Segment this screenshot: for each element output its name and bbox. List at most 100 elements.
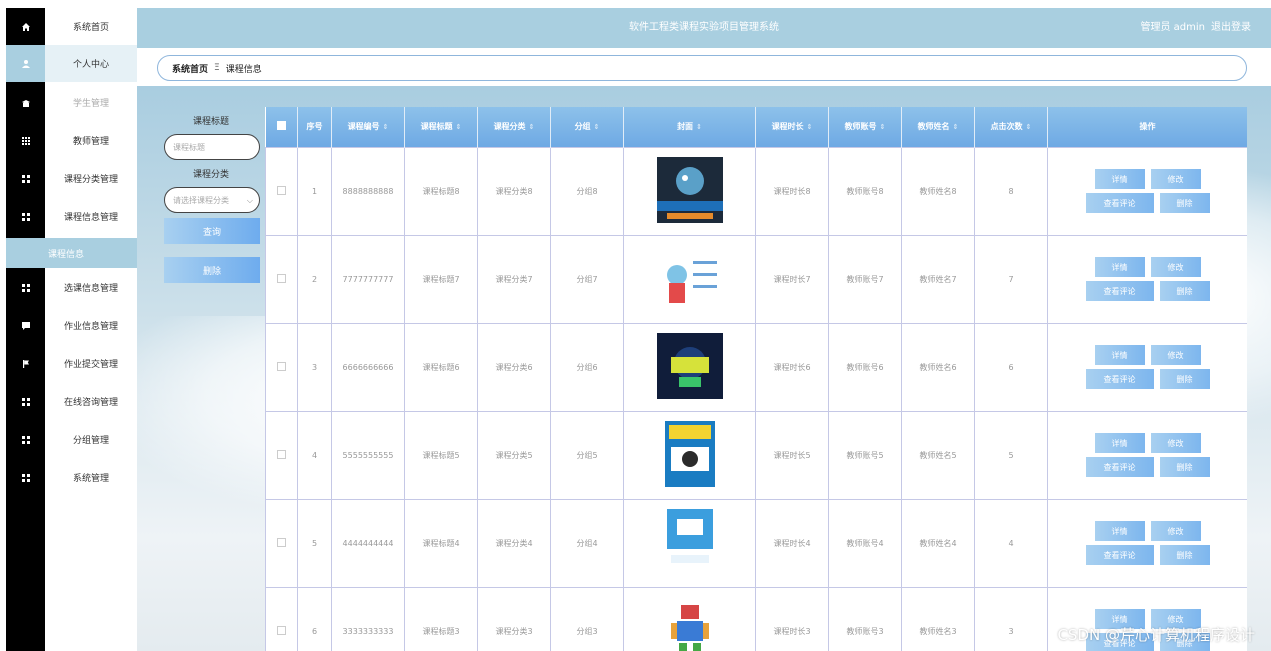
edit-button[interactable]: 修改	[1150, 521, 1201, 541]
column-header[interactable]: 教师姓名 ⇕	[901, 107, 975, 147]
title-search-placeholder: 课程标题	[173, 142, 205, 152]
sidebar-item-label: 教师管理	[72, 137, 109, 147]
detail-button[interactable]: 详情	[1094, 521, 1145, 541]
sort-icon[interactable]: ⇕	[696, 123, 702, 131]
cover-image[interactable]	[657, 421, 723, 487]
column-header-label: 课程编号	[347, 122, 380, 132]
cover-image[interactable]	[656, 245, 723, 311]
search-button[interactable]: 查询	[164, 218, 260, 244]
teacher-name: 教师姓名7	[901, 234, 975, 324]
select-all-checkbox[interactable]	[276, 121, 286, 131]
sidebar-item-submissions[interactable]: 作业提交管理	[6, 345, 137, 382]
sort-icon[interactable]: ⇕	[807, 123, 813, 131]
column-header-label: 课程分类	[493, 122, 526, 132]
cover-cell	[623, 498, 756, 588]
view-comments-button[interactable]: 查看评论	[1085, 457, 1154, 477]
cover-image[interactable]	[656, 157, 723, 223]
teacher-account: 教师账号7	[828, 234, 902, 324]
course-duration: 课程时长4	[755, 498, 829, 588]
view-comments-button[interactable]: 查看评论	[1085, 545, 1154, 565]
row-checkbox[interactable]	[277, 537, 286, 547]
sidebar-item-profile[interactable]: 个人中心	[6, 45, 137, 82]
column-header[interactable]: 点击次数 ⇕	[974, 107, 1048, 147]
sort-icon[interactable]: ⇕	[456, 123, 462, 131]
course-duration: 课程时长5	[755, 410, 829, 500]
detail-button[interactable]: 详情	[1094, 433, 1145, 453]
detail-button[interactable]: 详情	[1094, 169, 1145, 189]
sidebar-item-groups[interactable]: 分组管理	[6, 421, 137, 458]
breadcrumb-home[interactable]: 系统首页	[172, 62, 208, 75]
user-role: 管理员 admin	[1140, 22, 1205, 33]
breadcrumb: 系统首页 Ξ 课程信息	[157, 55, 1247, 81]
sort-icon[interactable]: ⇕	[383, 123, 389, 131]
operations-cell: 详情 修改 查看评论 删除	[1047, 410, 1247, 500]
delete-button[interactable]: 删除	[1159, 457, 1210, 477]
batch-delete-button[interactable]: 删除	[164, 257, 260, 283]
cover-cell	[623, 146, 756, 236]
sort-icon[interactable]: ⇕	[529, 123, 535, 131]
course-table: 序号 课程编号 ⇕ 课程标题 ⇕ 课程分类 ⇕ 分组 ⇕ 封面 ⇕ 课程时长 ⇕ 教师账号 ⇕…	[265, 107, 1247, 651]
category-select[interactable]: 请选择课程分类 ⌵	[164, 187, 260, 213]
course-code: 3333333333	[331, 586, 405, 651]
sidebar-item-enrollment[interactable]: 选课信息管理	[6, 269, 137, 306]
sidebar-item-homework[interactable]: 作业信息管理	[6, 307, 137, 344]
detail-button[interactable]: 详情	[1094, 257, 1145, 277]
edit-button[interactable]: 修改	[1150, 433, 1201, 453]
sidebar: 系统首页 个人中心 学生管理 教师管理 课程分类管理 课程信息管理 课程信息 选…	[6, 8, 137, 651]
sort-icon[interactable]: ⇕	[953, 123, 959, 131]
sort-icon[interactable]: ⇕	[594, 123, 600, 131]
chevron-down-icon: ⌵	[246, 196, 253, 205]
sidebar-item-consult[interactable]: 在线咨询管理	[6, 383, 137, 420]
sidebar-item-home[interactable]: 系统首页	[6, 8, 137, 45]
sidebar-item-system[interactable]: 系统管理	[6, 459, 137, 496]
edit-button[interactable]: 修改	[1150, 345, 1201, 365]
column-header[interactable]: 课程标题 ⇕	[404, 107, 478, 147]
sidebar-item-students[interactable]: 学生管理	[6, 84, 137, 121]
delete-button[interactable]: 删除	[1159, 281, 1210, 301]
course-group: 分组6	[550, 322, 624, 412]
cover-image[interactable]	[657, 509, 723, 575]
breadcrumb-separator: Ξ	[214, 63, 220, 73]
sidebar-item-course-category[interactable]: 课程分类管理	[6, 160, 137, 197]
view-comments-button[interactable]: 查看评论	[1085, 281, 1154, 301]
column-header[interactable]: 分组 ⇕	[550, 107, 624, 147]
sort-icon[interactable]: ⇕	[880, 123, 886, 131]
row-checkbox[interactable]	[277, 625, 286, 635]
delete-button[interactable]: 删除	[1159, 545, 1210, 565]
grid-icon	[6, 421, 45, 458]
sidebar-item-course-info[interactable]: 课程信息管理	[6, 198, 137, 235]
row-number: 4	[297, 410, 332, 500]
course-title: 课程标题3	[404, 586, 478, 651]
column-header[interactable]: 课程分类 ⇕	[477, 107, 551, 147]
edit-button[interactable]: 修改	[1150, 169, 1201, 189]
course-code: 6666666666	[331, 322, 405, 412]
delete-button[interactable]: 删除	[1159, 369, 1210, 389]
course-group: 分组5	[550, 410, 624, 500]
sidebar-subitem-course-info[interactable]: 课程信息	[6, 238, 137, 268]
view-comments-button[interactable]: 查看评论	[1085, 193, 1154, 213]
column-header[interactable]: 课程时长 ⇕	[755, 107, 829, 147]
row-checkbox[interactable]	[277, 273, 286, 283]
cover-image[interactable]	[656, 333, 723, 399]
row-checkbox[interactable]	[277, 449, 286, 459]
row-checkbox[interactable]	[277, 361, 286, 371]
column-header[interactable]: 封面 ⇕	[623, 107, 756, 147]
sidebar-item-label: 系统首页	[72, 23, 109, 33]
logout-link[interactable]: 退出登录	[1211, 22, 1251, 33]
detail-button[interactable]: 详情	[1094, 345, 1145, 365]
row-select-cell	[265, 410, 298, 500]
sidebar-item-teachers[interactable]: 教师管理	[6, 122, 137, 159]
cover-image[interactable]	[656, 597, 723, 651]
row-checkbox[interactable]	[277, 185, 286, 195]
column-header[interactable]: 教师账号 ⇕	[828, 107, 902, 147]
view-comments-button[interactable]: 查看评论	[1085, 369, 1154, 389]
delete-button[interactable]: 删除	[1159, 193, 1210, 213]
operations-cell: 详情 修改 查看评论 删除	[1047, 322, 1247, 412]
title-search-input[interactable]: 课程标题	[164, 134, 260, 160]
course-category: 课程分类6	[477, 322, 551, 412]
column-header[interactable]: 课程编号 ⇕	[331, 107, 405, 147]
table-header-row: 序号 课程编号 ⇕ 课程标题 ⇕ 课程分类 ⇕ 分组 ⇕ 封面 ⇕ 课程时长 ⇕ 教师账号 ⇕…	[265, 107, 1247, 147]
sort-icon[interactable]: ⇕	[1026, 123, 1032, 131]
edit-button[interactable]: 修改	[1150, 257, 1201, 277]
column-header-label: 课程标题	[420, 122, 453, 132]
